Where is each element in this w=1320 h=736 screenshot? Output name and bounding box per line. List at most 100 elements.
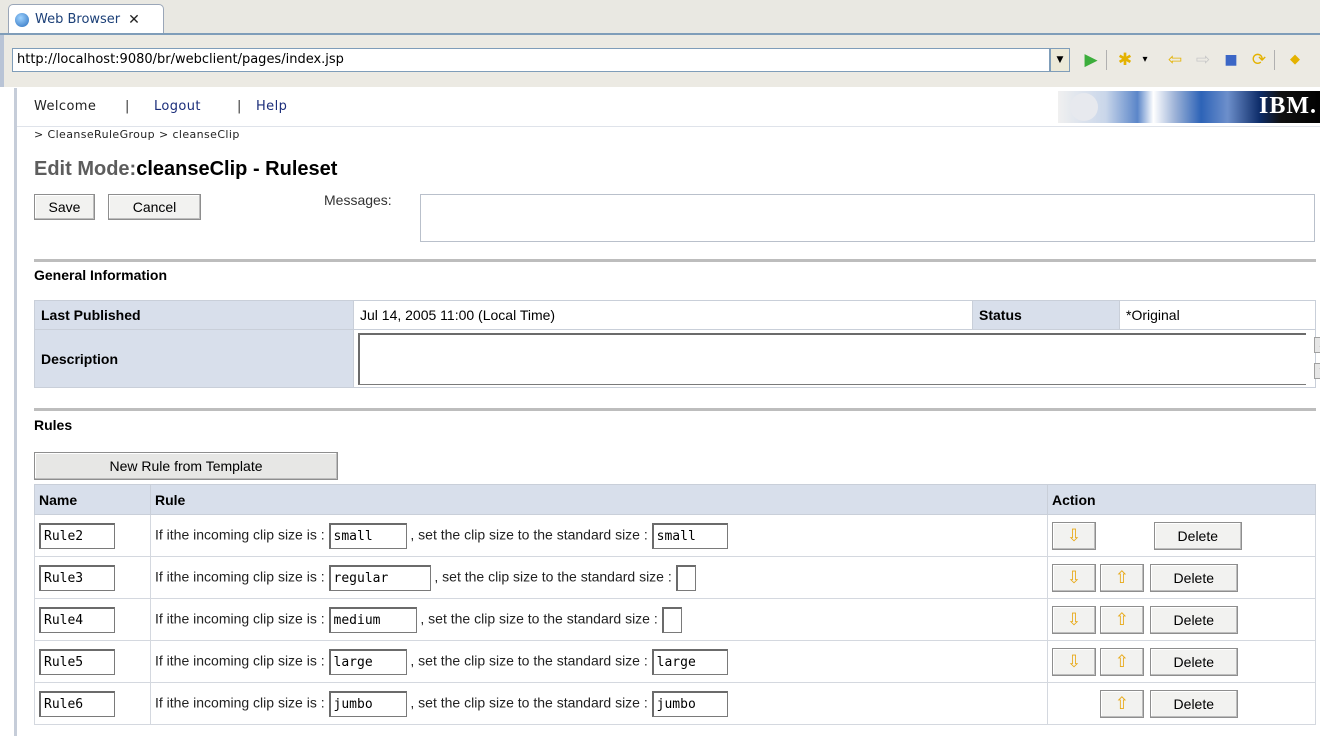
delete-button[interactable]: Delete: [1149, 689, 1238, 718]
tab-title: Web Browser: [35, 12, 121, 27]
incoming-size-field[interactable]: large: [328, 648, 407, 675]
section-divider: [34, 259, 1316, 262]
delete-button[interactable]: Delete: [1149, 563, 1238, 592]
rule-text-after: , set the clip size to the standard size…: [410, 652, 648, 669]
toolbar-separator: [1106, 50, 1107, 70]
standard-size-field[interactable]: [675, 564, 696, 591]
incoming-size-field[interactable]: regular: [328, 564, 431, 591]
incoming-size-field[interactable]: medium: [328, 606, 417, 633]
close-icon[interactable]: ✕: [128, 12, 140, 28]
browser-tab[interactable]: Web Browser ✕: [8, 4, 164, 34]
cancel-button[interactable]: Cancel: [108, 194, 201, 220]
help-link[interactable]: Help: [256, 99, 287, 114]
rule-text-before: If ithe incoming clip size is :: [155, 526, 325, 543]
rule-text-before: If ithe incoming clip size is :: [155, 610, 325, 627]
section-divider: [34, 408, 1316, 411]
globe-icon: [15, 12, 29, 27]
move-down-button[interactable]: ⇩: [1052, 521, 1096, 550]
arrow-down-icon: ⇩: [1066, 567, 1082, 587]
description-label: Description: [34, 329, 354, 388]
general-information-heading: General Information: [34, 267, 168, 283]
last-published-value: Jul 14, 2005 11:00 (Local Time): [353, 300, 973, 330]
refresh-icon[interactable]: ⟳: [1248, 48, 1270, 72]
toolbar-separator: [1274, 50, 1275, 70]
rule-text-before: If ithe incoming clip size is :: [155, 652, 325, 669]
rule-name-field[interactable]: Rule4: [39, 606, 115, 633]
rule-text-after: , set the clip size to the standard size…: [420, 610, 658, 627]
move-up-button[interactable]: ⇧: [1099, 563, 1144, 592]
move-down-button[interactable]: ⇩: [1052, 647, 1096, 676]
rule-name-field[interactable]: Rule2: [39, 522, 115, 549]
arrow-up-icon: ⇧: [1114, 609, 1130, 629]
scroll-down-icon[interactable]: ▼: [1314, 362, 1320, 379]
delete-button[interactable]: Delete: [1149, 647, 1238, 676]
breadcrumb: > CleanseRuleGroup > cleanseClip: [34, 128, 240, 141]
incoming-size-field[interactable]: jumbo: [328, 690, 407, 717]
delete-button[interactable]: Delete: [1153, 521, 1242, 550]
go-icon[interactable]: ▶: [1080, 48, 1102, 72]
rule-text-before: If ithe incoming clip size is :: [155, 568, 325, 585]
column-header-rule: Rule: [150, 484, 1048, 515]
forward-icon[interactable]: ⇨: [1192, 48, 1214, 72]
move-down-button[interactable]: ⇩: [1052, 563, 1096, 592]
rule-name-field[interactable]: Rule5: [39, 648, 115, 675]
table-row: Rule6 If ithe incoming clip size is : ju…: [34, 682, 1316, 725]
arrow-down-icon: ⇩: [1066, 609, 1082, 629]
arrow-down-icon: ⇩: [1066, 525, 1082, 545]
stop-icon[interactable]: ■: [1220, 48, 1242, 72]
rule-text-after: , set the clip size to the standard size…: [434, 568, 672, 585]
general-information-table: Last Published Jul 14, 2005 11:00 (Local…: [34, 300, 1320, 388]
standard-size-field[interactable]: large: [651, 648, 728, 675]
favorites-dropdown-icon[interactable]: ▾: [1134, 48, 1156, 72]
description-textarea[interactable]: ▲ ▼: [358, 332, 1320, 385]
save-button[interactable]: Save: [34, 194, 95, 220]
last-published-label: Last Published: [34, 300, 354, 330]
ibm-logo: IBM.: [1259, 93, 1317, 119]
page-title: Edit Mode:cleanseClip - Ruleset: [34, 158, 337, 181]
nav-separator: |: [125, 99, 130, 114]
top-navigation: Welcome | Logout | Help IBM.: [17, 88, 1320, 127]
web-page: Welcome | Logout | Help IBM. > CleanseRu…: [14, 88, 1320, 736]
rule-text-after: , set the clip size to the standard size…: [410, 694, 648, 711]
table-row: Rule3 If ithe incoming clip size is : re…: [34, 556, 1316, 599]
url-dropdown-button[interactable]: ▼: [1050, 48, 1070, 72]
edit-mode-label: Edit Mode:: [34, 158, 137, 180]
column-header-action: Action: [1047, 484, 1316, 515]
scroll-up-icon[interactable]: ▲: [1314, 336, 1320, 353]
arrow-up-icon: ⇧: [1114, 651, 1130, 671]
move-up-button[interactable]: ⇧: [1099, 689, 1144, 718]
standard-size-field[interactable]: jumbo: [651, 690, 728, 717]
move-up-button[interactable]: ⇧: [1099, 605, 1144, 634]
arrow-up-icon: ⇧: [1114, 693, 1130, 713]
standard-size-field[interactable]: [661, 606, 682, 633]
delete-button[interactable]: Delete: [1149, 605, 1238, 634]
rule-name-field[interactable]: Rule6: [39, 690, 115, 717]
back-icon[interactable]: ⇦: [1164, 48, 1186, 72]
nav-separator: |: [237, 99, 242, 114]
home-icon[interactable]: ◆: [1284, 48, 1306, 72]
move-down-button[interactable]: ⇩: [1052, 605, 1096, 634]
messages-label: Messages:: [324, 192, 392, 208]
rule-name-field[interactable]: Rule3: [39, 564, 115, 591]
arrow-up-icon: ⇧: [1114, 567, 1130, 587]
incoming-size-field[interactable]: small: [328, 522, 407, 549]
rules-table: Name Rule Action Rule2 If ithe incoming …: [34, 484, 1316, 725]
column-header-name: Name: [34, 484, 151, 515]
table-row: Rule5 If ithe incoming clip size is : la…: [34, 640, 1316, 683]
description-scrollbar[interactable]: ▲ ▼: [1310, 333, 1320, 385]
logout-link[interactable]: Logout: [154, 99, 201, 114]
status-value: *Original: [1119, 300, 1316, 330]
favorites-icon[interactable]: ✱: [1114, 48, 1136, 72]
rules-heading: Rules: [34, 417, 73, 433]
url-field[interactable]: http://localhost:9080/br/webclient/pages…: [12, 48, 1050, 72]
move-up-button[interactable]: ⇧: [1099, 647, 1144, 676]
table-row: Rule4 If ithe incoming clip size is : me…: [34, 598, 1316, 641]
rule-text-after: , set the clip size to the standard size…: [410, 526, 648, 543]
address-toolbar: http://localhost:9080/br/webclient/pages…: [0, 35, 1320, 87]
ibm-banner: IBM.: [1058, 91, 1320, 123]
status-label: Status: [972, 300, 1120, 330]
new-rule-from-template-button[interactable]: New Rule from Template: [34, 452, 338, 480]
table-row: Rule2 If ithe incoming clip size is : sm…: [34, 514, 1316, 557]
standard-size-field[interactable]: small: [651, 522, 728, 549]
arrow-down-icon: ⇩: [1066, 651, 1082, 671]
